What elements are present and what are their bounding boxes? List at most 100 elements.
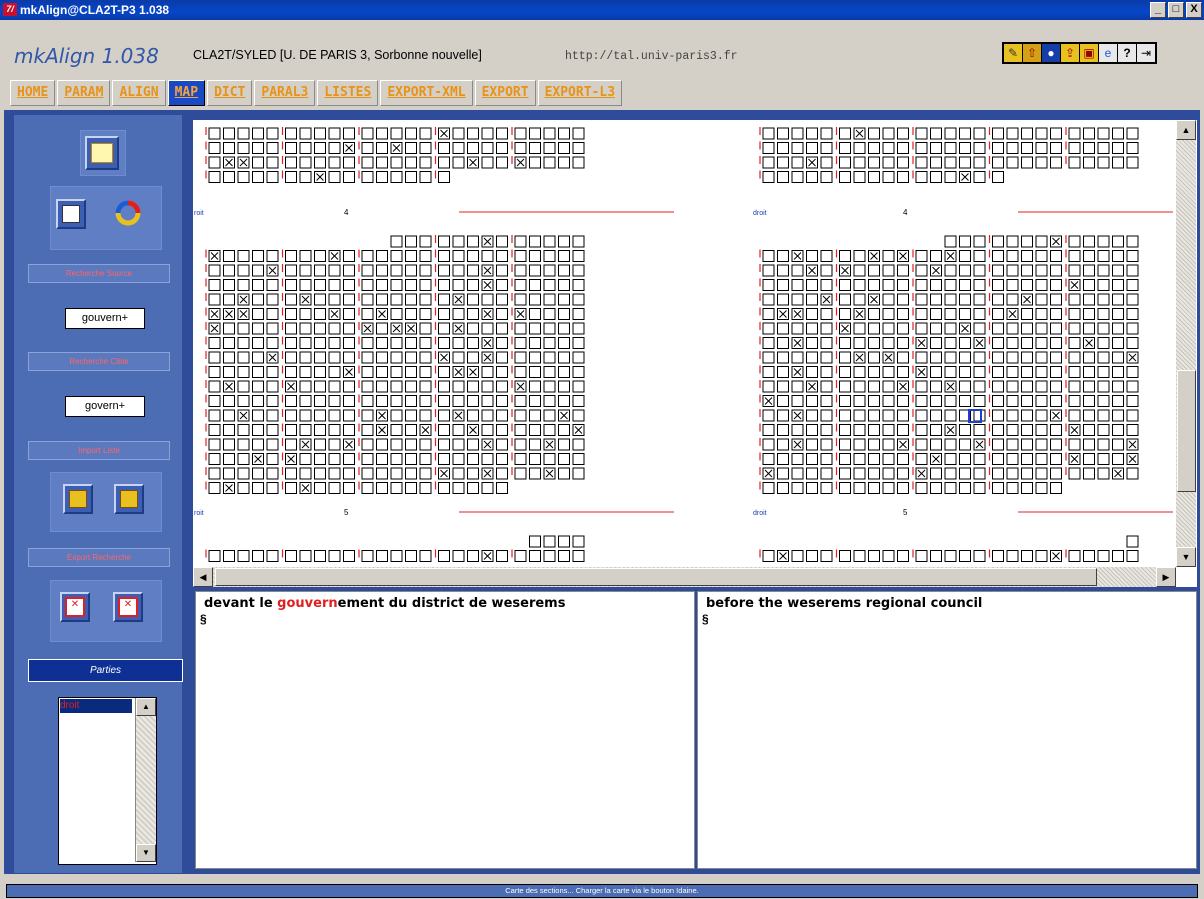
alignment-cell[interactable] <box>1021 142 1033 154</box>
scroll-thumb[interactable] <box>215 568 1097 586</box>
alignment-cell[interactable] <box>1068 142 1081 154</box>
alignment-cell[interactable] <box>1068 322 1081 335</box>
alignment-cell[interactable] <box>208 409 221 422</box>
alignment-cell[interactable] <box>1035 351 1048 364</box>
alignment-cell[interactable] <box>1083 438 1095 451</box>
alignment-cell[interactable] <box>529 337 541 349</box>
alignment-cell[interactable] <box>419 250 432 262</box>
alignment-cell[interactable] <box>252 127 264 140</box>
alignment-cell[interactable] <box>328 380 341 393</box>
alignment-cell[interactable] <box>514 351 527 364</box>
alignment-cell[interactable] <box>376 293 388 306</box>
scroll-right-icon[interactable]: ▶ <box>1156 567 1176 587</box>
alignment-cell[interactable] <box>558 279 570 291</box>
alignment-cell[interactable] <box>1021 550 1033 562</box>
image-icon[interactable]: ▣ <box>1080 44 1098 62</box>
alignment-cell[interactable] <box>361 293 374 306</box>
alignment-cell[interactable] <box>1006 395 1019 407</box>
alignment-cell[interactable] <box>806 250 818 262</box>
alignment-cell[interactable] <box>529 308 541 320</box>
alignment-cell[interactable] <box>1021 453 1033 465</box>
alignment-cell[interactable] <box>208 156 221 169</box>
alignment-cell[interactable] <box>390 264 403 277</box>
alignment-cell[interactable] <box>973 366 986 378</box>
alignment-cell[interactable] <box>543 308 556 320</box>
alignment-cell[interactable] <box>992 308 1004 320</box>
alignment-cell[interactable] <box>915 142 928 154</box>
alignment-cell[interactable] <box>419 337 432 349</box>
alignment-cell[interactable] <box>514 293 527 306</box>
alignment-cell[interactable] <box>806 308 818 320</box>
alignment-cell[interactable] <box>467 467 479 480</box>
alignment-cell[interactable] <box>328 467 341 480</box>
alignment-cell[interactable] <box>438 171 450 183</box>
alignment-cell[interactable] <box>1126 337 1139 349</box>
alignment-cell[interactable] <box>467 127 479 140</box>
alignment-cell[interactable] <box>572 337 585 349</box>
alignment-cell[interactable] <box>314 482 326 494</box>
scroll-down-icon[interactable]: ▼ <box>1176 547 1196 567</box>
alignment-cell[interactable] <box>361 409 374 422</box>
alignment-cell[interactable] <box>376 264 388 277</box>
alignment-cell[interactable] <box>1050 250 1062 262</box>
alignment-cell[interactable] <box>390 395 403 407</box>
alignment-cell[interactable] <box>208 279 221 291</box>
alignment-cell[interactable] <box>820 337 833 349</box>
alignment-cell[interactable] <box>1035 337 1048 349</box>
alignment-cell[interactable] <box>1083 351 1095 364</box>
alignment-cell[interactable] <box>481 424 494 436</box>
alignment-cell[interactable] <box>777 156 789 169</box>
alignment-cell[interactable] <box>915 550 928 562</box>
alignment-cell[interactable] <box>405 250 417 262</box>
alignment-cell[interactable] <box>1068 250 1081 262</box>
alignment-cell[interactable] <box>237 453 250 465</box>
alignment-cell[interactable] <box>314 127 326 140</box>
alignment-cell[interactable] <box>314 366 326 378</box>
alignment-cell[interactable] <box>208 424 221 436</box>
alignment-cell[interactable] <box>791 171 804 183</box>
alignment-cell[interactable] <box>419 482 432 494</box>
alignment-cell[interactable] <box>853 467 866 480</box>
alignment-cell[interactable] <box>1035 308 1048 320</box>
alignment-cell[interactable] <box>1006 142 1019 154</box>
alignment-cell[interactable] <box>390 550 403 562</box>
alignment-cell[interactable] <box>514 438 527 451</box>
alignment-cell[interactable] <box>868 337 880 349</box>
alignment-cell[interactable] <box>930 337 942 349</box>
alignment-cell[interactable] <box>223 337 235 349</box>
alignment-cell[interactable] <box>791 127 804 140</box>
alignment-cell[interactable] <box>791 395 804 407</box>
alignment-cell[interactable] <box>1112 308 1124 320</box>
alignment-cell[interactable] <box>543 250 556 262</box>
scroll-up-icon[interactable]: ▲ <box>136 698 156 716</box>
alignment-cell[interactable] <box>376 550 388 562</box>
tab-listes[interactable]: LISTES <box>317 80 379 106</box>
alignment-cell[interactable] <box>405 438 417 451</box>
alignment-cell[interactable] <box>252 467 264 480</box>
alignment-cell[interactable] <box>529 235 541 248</box>
alignment-cell[interactable] <box>208 127 221 140</box>
alignment-cell[interactable] <box>1035 127 1048 140</box>
alignment-cell[interactable] <box>376 438 388 451</box>
alignment-cell[interactable] <box>992 235 1004 248</box>
alignment-cell[interactable] <box>1083 142 1095 154</box>
alignment-cell[interactable] <box>762 127 775 140</box>
alignment-cell[interactable] <box>314 337 326 349</box>
site-url[interactable]: http://tal.univ-paris3.fr <box>565 50 738 63</box>
alignment-cell[interactable] <box>1050 337 1062 349</box>
alignment-cell[interactable] <box>558 438 570 451</box>
alignment-cell[interactable] <box>314 550 326 562</box>
alignment-cell[interactable] <box>915 250 928 262</box>
alignment-cell[interactable] <box>1050 127 1062 140</box>
alignment-cell[interactable] <box>944 264 957 277</box>
alignment-cell[interactable] <box>328 482 341 494</box>
alignment-cell[interactable] <box>223 264 235 277</box>
alignment-cell[interactable] <box>820 127 833 140</box>
alignment-cell[interactable] <box>572 264 585 277</box>
alignment-cell[interactable] <box>1006 453 1019 465</box>
alignment-cell[interactable] <box>1083 424 1095 436</box>
alignment-cell[interactable] <box>572 467 585 480</box>
alignment-cell[interactable] <box>1112 366 1124 378</box>
alignment-cell[interactable] <box>992 424 1004 436</box>
alignment-cell[interactable] <box>839 409 851 422</box>
